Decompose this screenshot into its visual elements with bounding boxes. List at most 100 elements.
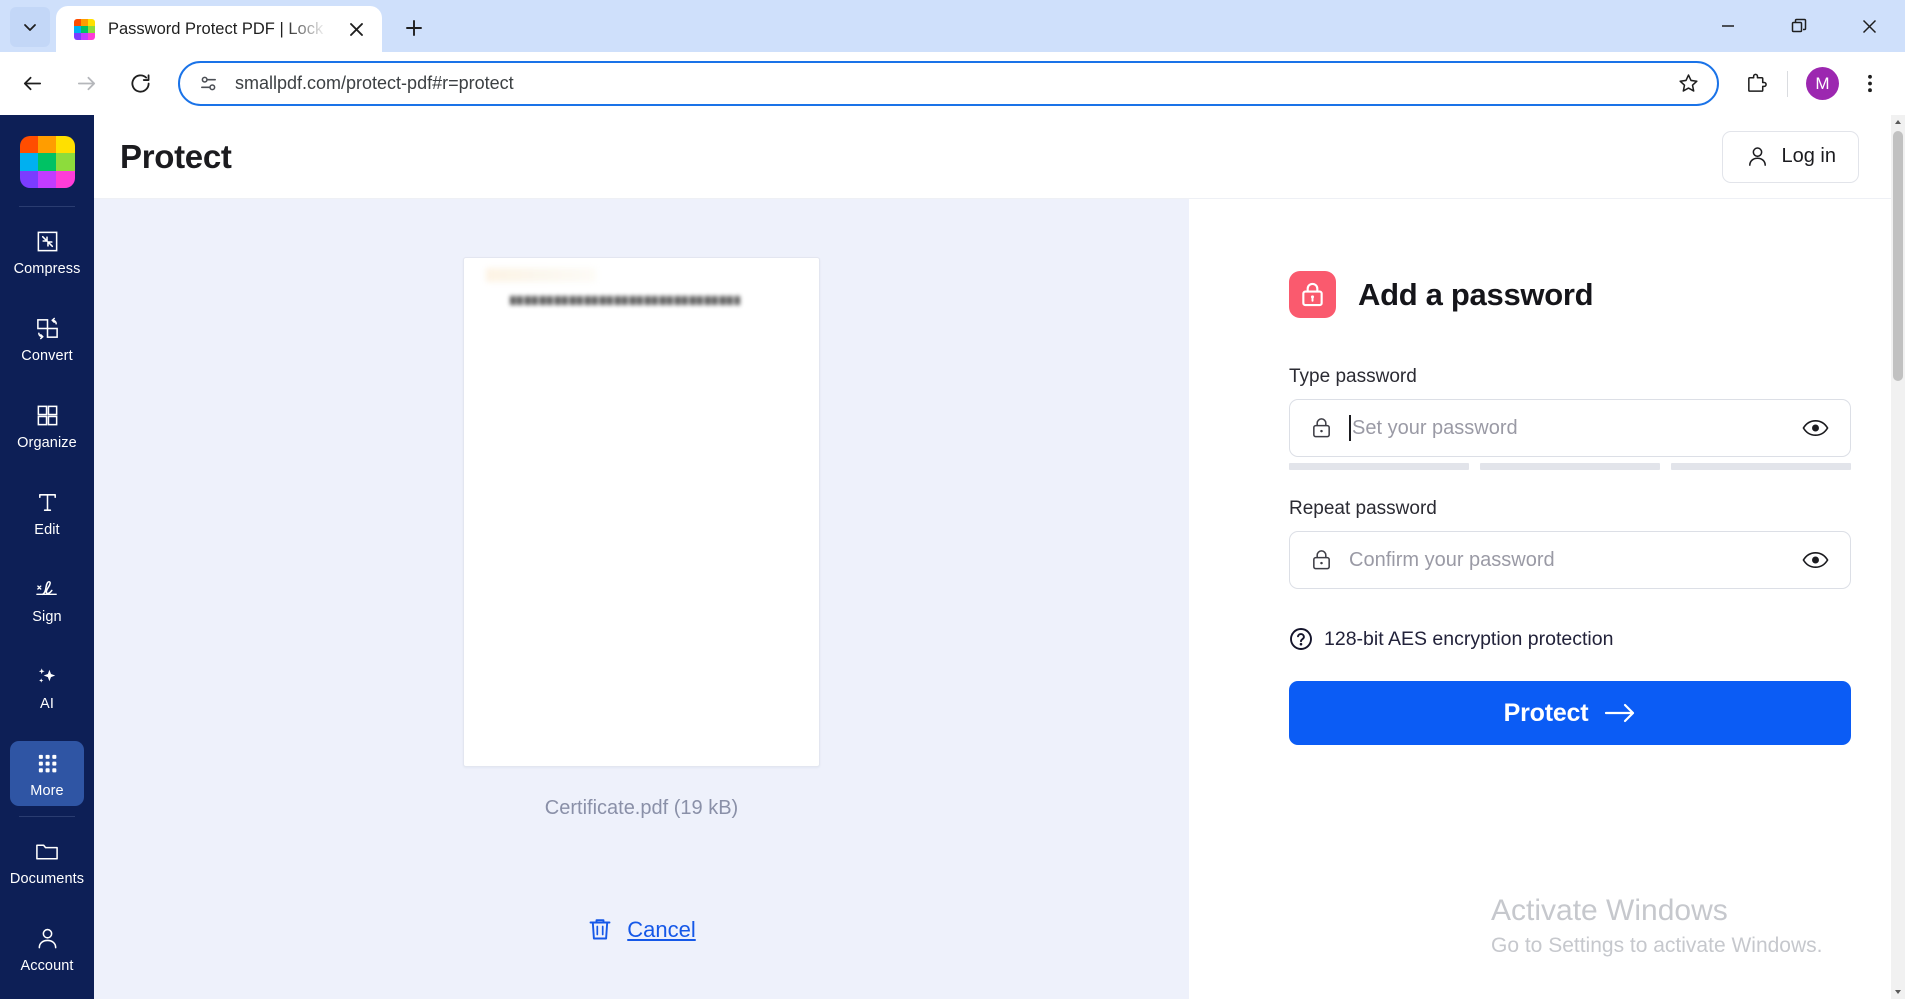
app-sidebar: Compress Convert Organize Edit Sign AI M… (0, 115, 94, 999)
window-controls (1692, 0, 1905, 52)
site-settings-icon[interactable] (198, 73, 219, 94)
sidebar-item-organize[interactable]: Organize (10, 393, 84, 458)
sidebar-item-label: More (30, 783, 64, 799)
thumbnail-text-blur (510, 296, 740, 305)
password-input[interactable]: Set your password (1289, 399, 1851, 457)
password-panel: Add a password Type password Set your pa… (1189, 199, 1905, 999)
scroll-down-arrow-icon[interactable] (1891, 985, 1905, 999)
browser-toolbar: smallpdf.com/protect-pdf#r=protect M (0, 52, 1905, 115)
forward-arrow-icon[interactable] (65, 63, 107, 105)
sidebar-item-more[interactable]: More (10, 741, 84, 806)
sidebar-item-sign[interactable]: Sign (10, 567, 84, 632)
restore-button[interactable] (1763, 0, 1834, 52)
address-bar[interactable]: smallpdf.com/protect-pdf#r=protect (178, 61, 1719, 106)
watermark-title: Activate Windows (1491, 894, 1728, 927)
login-button[interactable]: Log in (1721, 130, 1859, 183)
sidebar-item-label: Edit (34, 522, 60, 538)
page-scrollbar[interactable] (1891, 115, 1905, 999)
grid-dots-icon (35, 750, 60, 777)
sidebar-item-documents[interactable]: Documents (10, 829, 84, 894)
repeat-password-placeholder[interactable]: Confirm your password (1349, 549, 1782, 572)
person-icon (35, 925, 60, 952)
minimize-button[interactable] (1692, 0, 1763, 52)
reload-icon[interactable] (119, 63, 161, 105)
encryption-note-text: 128-bit AES encryption protection (1324, 627, 1614, 650)
smallpdf-logo-icon[interactable] (19, 136, 75, 189)
password-placeholder[interactable]: Set your password (1349, 415, 1782, 441)
lock-icon (1310, 548, 1333, 572)
password-field-label: Type password (1289, 366, 1417, 387)
close-window-button[interactable] (1834, 0, 1905, 52)
compress-icon (35, 228, 60, 255)
signature-icon (34, 576, 61, 603)
panel-header: Add a password (1289, 271, 1851, 318)
app-header: Protect Log in (94, 115, 1905, 199)
scroll-up-arrow-icon[interactable] (1891, 115, 1905, 129)
encryption-note[interactable]: 128-bit AES encryption protection (1289, 627, 1851, 651)
three-dot-menu-icon[interactable] (1849, 63, 1891, 105)
page-content: Protect Log in Certificate.pdf (19 kB) C… (94, 115, 1905, 999)
sidebar-item-ai[interactable]: AI (10, 654, 84, 719)
repeat-password-input[interactable]: Confirm your password (1289, 531, 1851, 589)
page-viewport: Compress Convert Organize Edit Sign AI M… (0, 115, 1905, 999)
extensions-puzzle-icon[interactable] (1735, 63, 1777, 105)
browser-window: Password Protect PDF | Lock PD smallpdf.… (0, 0, 1905, 999)
tab-search-chevron-icon[interactable] (10, 7, 50, 47)
folder-icon (34, 838, 60, 865)
toolbar-divider (1787, 70, 1788, 97)
sidebar-item-label: Convert (21, 348, 73, 364)
profile-avatar[interactable]: M (1806, 67, 1839, 100)
person-icon (1745, 144, 1770, 169)
sidebar-item-compress[interactable]: Compress (10, 219, 84, 284)
lock-badge-icon (1289, 271, 1336, 318)
star-icon[interactable] (1671, 67, 1705, 101)
sidebar-item-label: Compress (13, 261, 81, 277)
tab-strip: Password Protect PDF | Lock PD (0, 0, 1905, 52)
page-title: Protect (120, 137, 232, 175)
tab-close-icon[interactable] (342, 15, 370, 43)
protect-button-label: Protect (1503, 698, 1589, 727)
sidebar-item-account[interactable]: Account (10, 916, 84, 981)
cancel-button[interactable]: Cancel (94, 916, 1189, 943)
sidebar-item-edit[interactable]: Edit (10, 480, 84, 545)
cancel-label: Cancel (627, 916, 696, 942)
new-tab-button[interactable] (396, 10, 432, 46)
eye-icon[interactable] (1798, 543, 1832, 577)
sidebar-item-convert[interactable]: Convert (10, 306, 84, 371)
lock-icon (1310, 416, 1333, 440)
body-split: Certificate.pdf (19 kB) Cancel Add a pas… (94, 199, 1905, 999)
text-cursor (1349, 415, 1351, 441)
sidebar-divider-bottom (19, 816, 75, 817)
eye-icon[interactable] (1798, 411, 1832, 445)
watermark-subtitle: Go to Settings to activate Windows. (1491, 934, 1823, 957)
strength-segment (1480, 463, 1660, 470)
address-bar-url[interactable]: smallpdf.com/protect-pdf#r=protect (235, 73, 1655, 94)
strength-segment (1289, 463, 1469, 470)
scrollbar-thumb[interactable] (1893, 131, 1903, 381)
trash-icon (587, 916, 613, 943)
organize-icon (35, 402, 60, 429)
login-button-label: Log in (1781, 145, 1837, 167)
file-name-label: Certificate.pdf (19 kB) (544, 797, 739, 819)
file-preview-pane: Certificate.pdf (19 kB) Cancel (94, 199, 1189, 999)
pdf-thumbnail[interactable] (463, 257, 820, 767)
arrow-right-icon (1604, 702, 1636, 724)
browser-tab[interactable]: Password Protect PDF | Lock PD (56, 6, 382, 52)
sidebar-item-label: Documents (9, 871, 85, 887)
smallpdf-favicon-icon (74, 18, 95, 40)
tab-title: Password Protect PDF | Lock PD (108, 19, 329, 38)
repeat-password-field-label: Repeat password (1289, 498, 1437, 519)
back-arrow-icon[interactable] (11, 63, 53, 105)
sidebar-item-label: Account (20, 958, 74, 974)
protect-button[interactable]: Protect (1289, 681, 1851, 745)
windows-activation-watermark: Activate Windows Go to Settings to activ… (1491, 891, 1851, 961)
thumbnail-logo-blur (486, 268, 596, 282)
sidebar-bottom-group: Documents Account (0, 816, 94, 999)
password-strength-meter (1289, 463, 1851, 470)
sidebar-item-label: Organize (17, 435, 77, 451)
strength-segment (1671, 463, 1851, 470)
sidebar-item-label: AI (40, 696, 54, 712)
sidebar-divider-top (19, 206, 75, 207)
question-mark-icon[interactable] (1289, 627, 1313, 651)
edit-text-icon (35, 489, 60, 516)
